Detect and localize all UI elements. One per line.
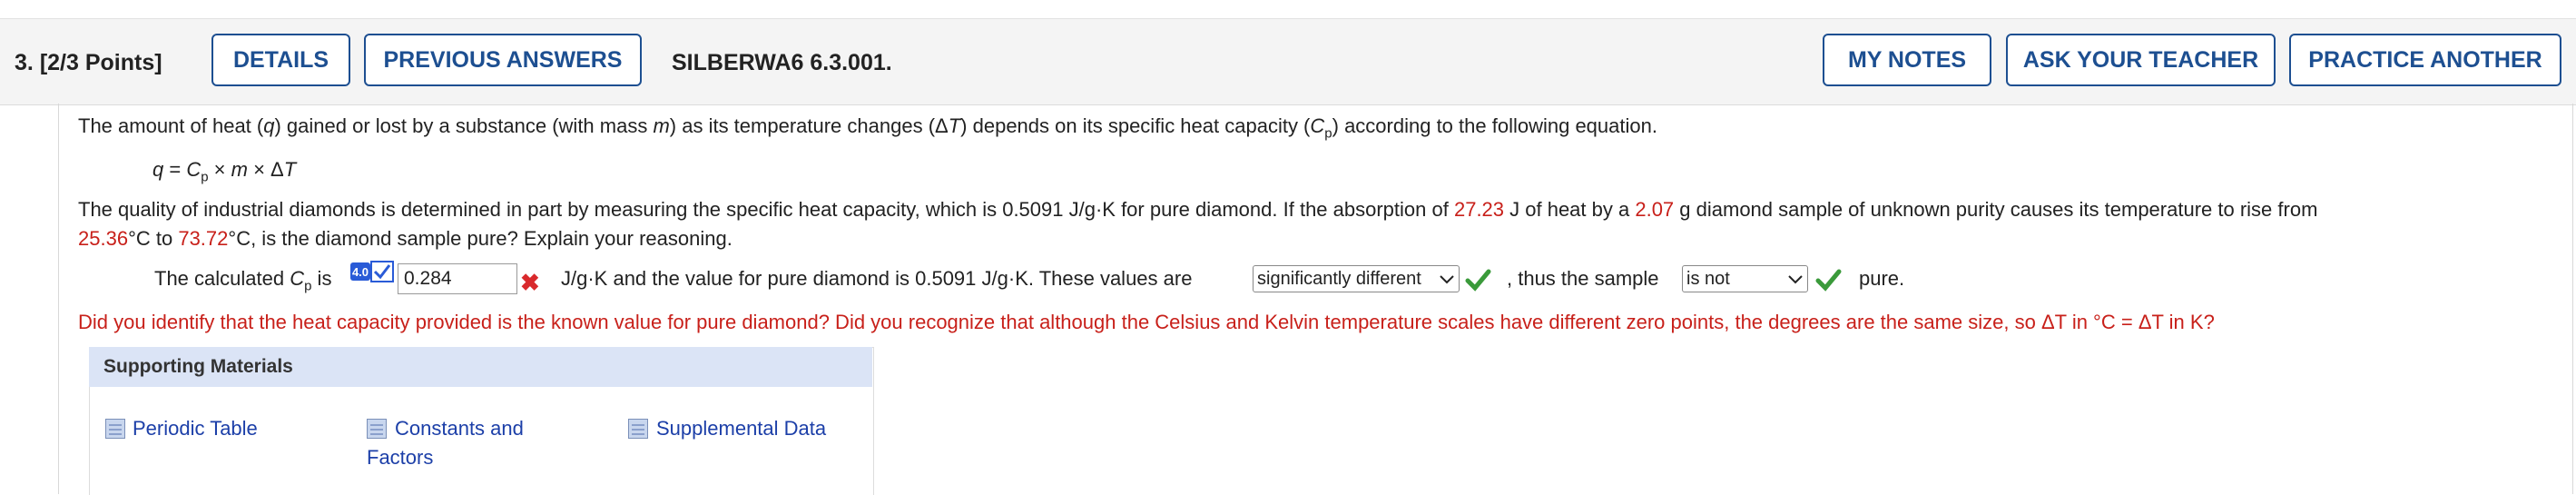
var-C: C — [290, 267, 305, 290]
feedback-text: Did you identify that the heat capacity … — [78, 311, 2215, 333]
body-text: J of heat by a — [1504, 198, 1636, 221]
left-divider — [58, 104, 59, 494]
chevron-down-icon — [1440, 275, 1454, 284]
correct-check-icon — [1465, 269, 1491, 292]
right-divider — [2572, 104, 2573, 494]
supplemental-data-link[interactable]: Supplemental Data — [656, 414, 826, 443]
var-m: m — [653, 114, 670, 137]
practice-another-button[interactable]: PRACTICE ANOTHER — [2289, 34, 2561, 86]
question-header: 3. [2/3 Points] DETAILS PREVIOUS ANSWERS… — [0, 18, 2576, 105]
incorrect-x-icon: ✖ — [520, 269, 540, 296]
answer-suffix: pure. — [1859, 267, 1905, 290]
points-text: [2/3 Points] — [39, 50, 162, 75]
ask-your-teacher-button[interactable]: ASK YOUR TEACHER — [2006, 34, 2276, 86]
periodic-table-icon — [105, 419, 125, 439]
var-T: T — [948, 114, 961, 137]
body-text: °C to — [128, 227, 179, 250]
constants-icon — [367, 419, 387, 439]
chevron-down-icon — [1788, 275, 1803, 284]
mass-value: 2.07 — [1635, 198, 1675, 221]
answer-mid2-text: , thus the sample — [1507, 267, 1659, 290]
previous-answers-button[interactable]: PREVIOUS ANSWERS — [364, 34, 642, 86]
intro-text: ) as its temperature changes (Δ — [669, 114, 949, 137]
eq-subscript: p — [201, 169, 209, 185]
purity-select[interactable]: is not — [1682, 265, 1808, 292]
temp-end-value: 73.72 — [178, 227, 229, 250]
intro-paragraph: The amount of heat (q) gained or lost by… — [78, 113, 1657, 147]
answer-prefix: The calculated Cp is — [154, 265, 331, 300]
var-q: q — [263, 114, 275, 137]
eq-var: C — [186, 158, 202, 181]
answer-text: is — [311, 267, 332, 290]
question-number-text: 3. — [15, 50, 34, 75]
assignment-code: SILBERWA6 6.3.001. — [672, 50, 892, 75]
answer-text: The calculated — [154, 267, 290, 290]
comparison-select-value: significantly different — [1257, 268, 1421, 289]
body-text: °C, is the diamond sample pure? Explain … — [228, 227, 732, 250]
cp-answer-input[interactable] — [398, 263, 517, 294]
eq-var: T — [283, 158, 297, 181]
my-notes-button[interactable]: MY NOTES — [1823, 34, 1991, 86]
question-number: 3. [2/3 Points] — [15, 50, 162, 76]
body-text: g diamond sample of unknown purity cause… — [1674, 198, 2318, 221]
eq-op: × Δ — [247, 158, 284, 181]
correct-check-icon — [1815, 269, 1842, 292]
intro-text: The amount of heat ( — [78, 114, 264, 137]
purity-select-value: is not — [1686, 268, 1730, 289]
answer-mid-text: J/g·K and the value for pure diamond is … — [561, 267, 1193, 290]
checkbox-check-icon — [370, 261, 394, 282]
top-band — [0, 0, 2576, 18]
intro-text: ) depends on its specific heat capacity … — [960, 114, 1311, 137]
intro-text: ) gained or lost by a substance (with ma… — [274, 114, 654, 137]
eq-op: × — [208, 158, 231, 181]
answer-badge: 4.0 — [350, 262, 370, 281]
temp-start-value: 25.36 — [78, 227, 129, 250]
body-line-2: 25.36°C to 73.72°C, is the diamond sampl… — [78, 225, 732, 252]
details-button[interactable]: DETAILS — [211, 34, 350, 86]
subscript-p: p — [1324, 125, 1332, 142]
eq-op: = — [163, 158, 187, 181]
constants-link-cont[interactable]: Factors — [367, 443, 433, 472]
eq-var: m — [231, 158, 248, 181]
equation: q = Cp × m × ΔT — [152, 156, 296, 191]
supplemental-data-icon — [628, 419, 648, 439]
constants-link[interactable]: Constants and — [395, 414, 524, 443]
heat-value: 27.23 — [1453, 198, 1505, 221]
body-line-1: The quality of industrial diamonds is de… — [78, 196, 2317, 223]
periodic-table-link[interactable]: Periodic Table — [133, 414, 258, 443]
intro-text: ) according to the following equation. — [1332, 114, 1657, 137]
supporting-materials-title: Supporting Materials — [103, 356, 293, 377]
body-text: The quality of industrial diamonds is de… — [78, 198, 1454, 221]
eq-var: q — [152, 158, 164, 181]
comparison-select[interactable]: significantly different — [1253, 265, 1460, 292]
var-C: C — [1310, 114, 1325, 137]
